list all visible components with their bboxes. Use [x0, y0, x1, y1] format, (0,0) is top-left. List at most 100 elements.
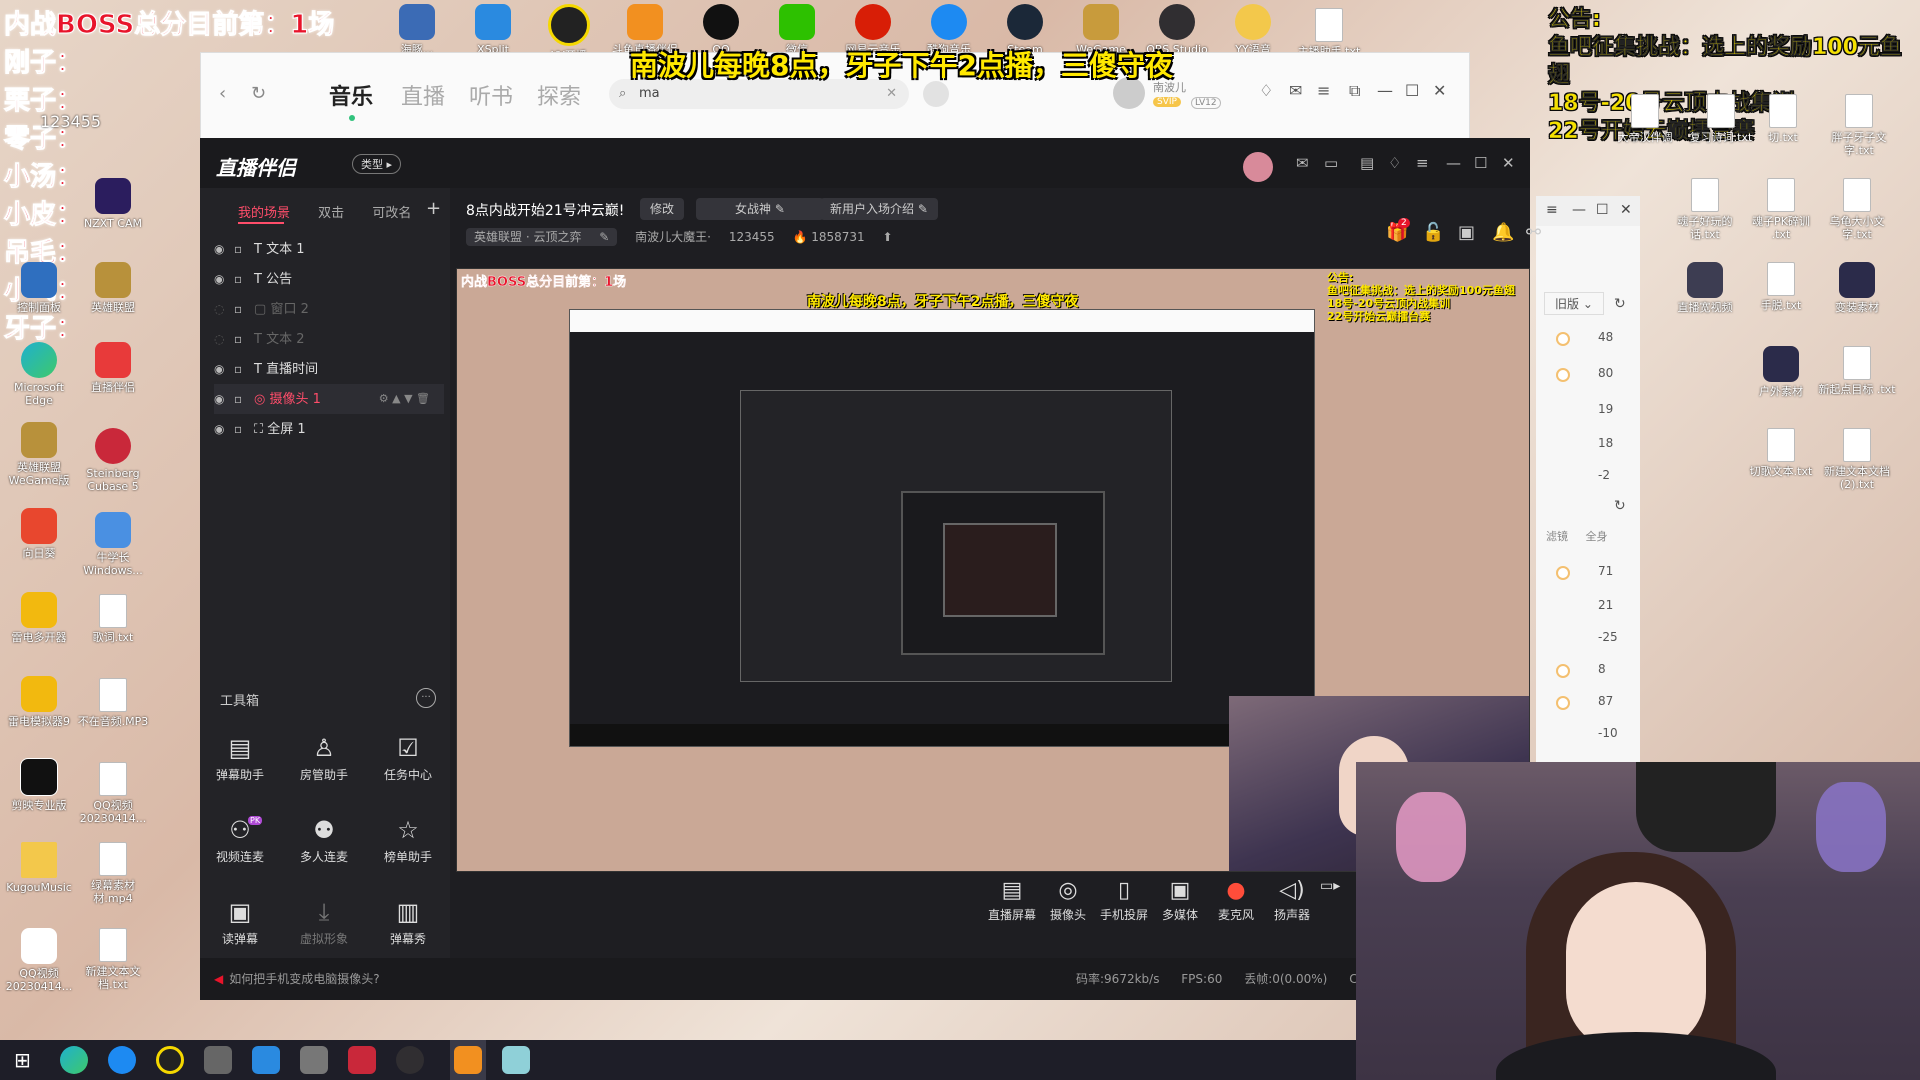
tab-rename[interactable]: 可改名 — [372, 206, 411, 221]
layout-icon[interactable]: ▣ — [1458, 222, 1475, 243]
desktop-file-greenscreen[interactable]: 绿幕素材 材.mp4 — [74, 842, 152, 905]
shirt-icon[interactable]: ♢ — [1388, 154, 1401, 172]
minimize-icon[interactable]: — — [1572, 202, 1586, 218]
desktop-file-right[interactable]: 乌龟大小文 字.txt — [1818, 178, 1896, 241]
screen-capture-button[interactable]: ▤ 直播屏幕 — [982, 878, 1042, 923]
bell-icon[interactable]: 🔔 — [1492, 222, 1514, 243]
desktop-file-right[interactable]: 大帝汉伴调 — [1606, 94, 1684, 144]
mini-mode-icon[interactable]: ⧉ — [1349, 81, 1360, 101]
tool-rank-helper[interactable]: ☆ 榜单助手 — [368, 816, 448, 865]
desktop-icon-ld-multi[interactable]: 雷电多开器 — [0, 592, 78, 644]
preset-select[interactable]: 旧版 ⌄ — [1544, 292, 1604, 315]
close-icon[interactable]: ✕ — [1502, 154, 1515, 172]
maximize-icon[interactable]: ☐ — [1596, 202, 1609, 218]
tab-music[interactable]: 音乐 — [329, 79, 373, 111]
desktop-icon-control-panel[interactable]: 控制面板 — [0, 262, 78, 314]
windows-start-icon[interactable]: ⊞ — [14, 1048, 31, 1072]
desktop-file-right[interactable]: 魂子PK碎训 .txt — [1742, 178, 1820, 241]
zbbl-taskbar-icon[interactable] — [454, 1046, 482, 1074]
tool-room-admin[interactable]: ♙ 房管助手 — [284, 734, 364, 783]
source-item[interactable]: ◉ ▫ T 公告 — [214, 264, 444, 294]
help-tip[interactable]: ◀ 如何把手机变成电脑摄像头? — [214, 958, 380, 1000]
voice-search-icon[interactable] — [923, 81, 949, 107]
skin-icon[interactable]: ♢ — [1259, 81, 1273, 100]
tab-filter[interactable]: 滤镜 — [1546, 530, 1568, 543]
reset-icon[interactable]: ↻ — [1614, 296, 1626, 312]
tool-danmaku-show[interactable]: ▥ 弹幕秀 — [368, 898, 448, 947]
tab-double-click[interactable]: 双击 — [318, 206, 344, 221]
mail-icon[interactable]: ✉ — [1296, 154, 1309, 172]
source-actions[interactable]: ⚙ ▲ ▼ 🗑 — [379, 384, 430, 414]
tool-multi-link[interactable]: ⚉ 多人连麦 — [284, 816, 364, 865]
source-item[interactable]: ◌ ▫ ▢ 窗口 2 — [214, 294, 444, 324]
source-item[interactable]: ◉ ▫ T 文本 1 — [214, 234, 444, 264]
tab-body[interactable]: 全身 — [1585, 530, 1607, 543]
camera-button[interactable]: ◎ 摄像头 — [1038, 878, 1098, 923]
minimize-icon[interactable]: — — [1377, 81, 1393, 100]
app-icon[interactable] — [204, 1046, 232, 1074]
menu-icon[interactable]: ≡ — [1317, 81, 1330, 100]
desktop-file-right[interactable]: 魂子好玩的 话.txt — [1666, 178, 1744, 241]
yy-icon[interactable] — [156, 1046, 184, 1074]
desktop-file-right[interactable]: 新建文本文档 (2).txt — [1818, 428, 1896, 491]
mail-icon[interactable]: ✉ — [1289, 81, 1302, 100]
eye-icon[interactable]: ◉ — [214, 384, 234, 414]
obs-icon[interactable] — [396, 1046, 424, 1074]
desktop-file-right[interactable]: 新起点目标 .txt — [1818, 346, 1896, 396]
eye-hidden-icon[interactable]: ◌ — [214, 324, 234, 354]
app-icon[interactable] — [300, 1046, 328, 1074]
desktop-icon-ld9[interactable]: 雷电模拟器9 — [0, 676, 78, 728]
desktop-folder-right[interactable]: 户外素材 — [1742, 346, 1820, 398]
desktop-icon-sunflower[interactable]: 向日葵 — [0, 508, 78, 560]
source-item[interactable]: ◌ ▫ T 文本 2 — [214, 324, 444, 354]
game-category[interactable]: 英雄联盟 · 云顶之弈 ✎ — [466, 228, 618, 246]
desktop-file-newtext[interactable]: 新建文本文 档.txt — [74, 928, 152, 991]
lock-icon[interactable]: ▫ — [234, 234, 254, 264]
desktop-icon-kugou-folder[interactable]: KugouMusic — [0, 842, 78, 894]
tool-video-link[interactable]: ⚇ 视频连麦 — [200, 816, 280, 865]
eye-icon[interactable]: ◉ — [214, 264, 234, 294]
lock-icon[interactable]: ▫ — [234, 324, 254, 354]
source-item[interactable]: ◉ ▫ T 直播时间 — [214, 354, 444, 384]
desktop-file-top[interactable]: 主播助手.txt — [1290, 8, 1368, 58]
app-icon[interactable] — [502, 1046, 530, 1074]
microphone-button[interactable]: ● 麦克风 — [1206, 878, 1266, 923]
desktop-file-right[interactable]: 胖子牙子文 字.txt — [1820, 94, 1898, 157]
back-icon[interactable]: ‹ — [219, 83, 226, 104]
add-scene-icon[interactable]: + — [426, 198, 441, 219]
avatar[interactable] — [1243, 152, 1273, 182]
lock-icon[interactable]: ▫ — [234, 384, 254, 414]
tab-explore[interactable]: 探索 — [537, 79, 581, 111]
eye-icon[interactable]: ◉ — [214, 414, 234, 444]
tab-audiobook[interactable]: 听书 — [469, 79, 513, 111]
screen-icon[interactable]: ▭ — [1324, 154, 1338, 172]
desktop-file-right[interactable]: 切歌文本.txt — [1742, 428, 1820, 478]
lock-icon[interactable]: ▫ — [234, 264, 254, 294]
source-item-selected[interactable]: ◉ ▫ ◎ 摄像头 1 ⚙ ▲ ▼ 🗑 — [214, 384, 444, 414]
source-item[interactable]: ◉ ▫ ⛶ 全屏 1 — [214, 414, 444, 444]
speaker-button[interactable]: ◁) 扬声器 — [1262, 878, 1322, 923]
desktop-icon-lol[interactable]: 英雄联盟 — [74, 262, 152, 314]
unlock-icon[interactable]: 🔓 — [1422, 222, 1444, 243]
desktop-file-right[interactable]: 切.txt — [1744, 94, 1822, 144]
desktop-icon-edge[interactable]: Microsoft Edge — [0, 342, 78, 407]
eye-icon[interactable]: ◉ — [214, 234, 234, 264]
eye-icon[interactable]: ◉ — [214, 354, 234, 384]
close-icon[interactable]: ✕ — [1620, 202, 1632, 218]
cubase-icon[interactable] — [348, 1046, 376, 1074]
tab-my-scene[interactable]: 我的场景 — [238, 206, 290, 221]
reset-icon[interactable]: ↻ — [1614, 498, 1626, 514]
phone-cast-button[interactable]: ▯ 手机投屏 — [1094, 878, 1154, 923]
tab-live[interactable]: 直播 — [401, 79, 445, 111]
maximize-icon[interactable]: ☐ — [1474, 154, 1487, 172]
share-icon[interactable]: ⚯ — [1526, 222, 1541, 243]
desktop-file-lyrics[interactable]: 歌词.txt — [74, 594, 152, 644]
desktop-file-qq-video[interactable]: QQ视频 20230414... — [74, 762, 152, 825]
entry-intro-chip[interactable]: 新用户入场介绍 ✎ — [820, 198, 938, 220]
desktop-icon-qq-video[interactable]: QQ视频 20230414... — [0, 928, 78, 993]
record-icon[interactable]: ▭▸ — [1320, 878, 1340, 894]
desktop-file-mp3[interactable]: 不在音频.MP3 — [74, 678, 152, 728]
type-button[interactable]: 类型 ▸ — [352, 154, 402, 174]
slider-knob[interactable] — [1556, 368, 1570, 382]
slider-knob[interactable] — [1556, 332, 1570, 346]
